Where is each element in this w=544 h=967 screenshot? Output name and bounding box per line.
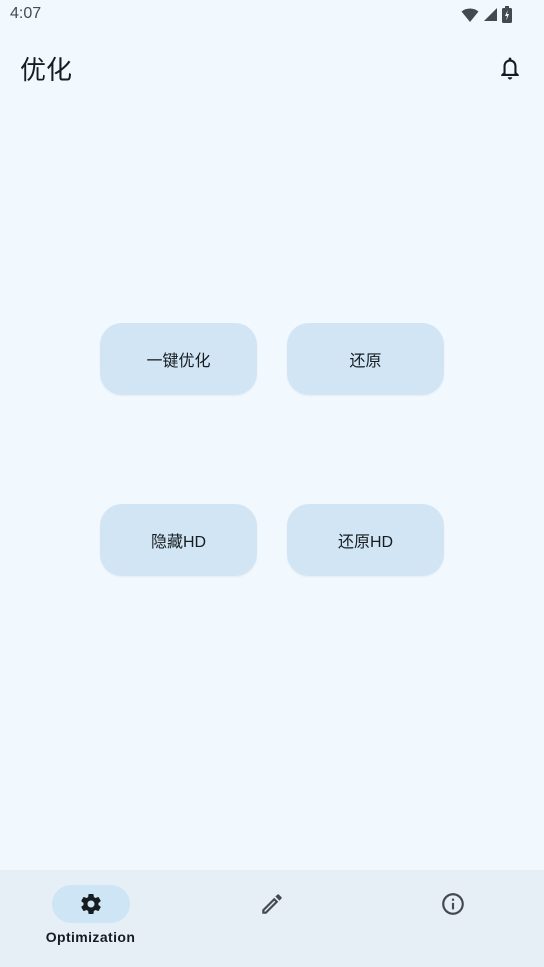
app-screen: 4:07 优化 一键优化 还原 隐藏HD 还原HD Optimization <box>0 0 544 967</box>
cell-signal-icon <box>484 8 497 21</box>
wifi-icon <box>461 8 479 22</box>
status-bar: 4:07 <box>0 0 544 30</box>
hide-hd-button[interactable]: 隐藏HD <box>100 504 257 576</box>
pencil-icon <box>261 894 282 914</box>
restore-button[interactable]: 还原 <box>287 323 444 395</box>
nav-label-optimization: Optimization <box>45 929 136 945</box>
bell-icon <box>501 57 519 80</box>
one-click-optimize-button[interactable]: 一键优化 <box>100 323 257 395</box>
nav-active-indicator <box>51 885 130 923</box>
page-title: 优化 <box>20 56 73 86</box>
nav-item-info[interactable] <box>362 870 543 967</box>
status-icons <box>461 6 512 23</box>
notifications-button[interactable] <box>494 52 526 84</box>
bottom-navigation: Optimization <box>0 870 544 967</box>
nav-item-optimization[interactable]: Optimization <box>0 870 181 967</box>
info-icon <box>441 893 464 915</box>
top-app-bar: 优化 <box>0 40 544 96</box>
battery-icon <box>502 6 512 23</box>
restore-hd-button[interactable]: 还原HD <box>287 504 444 576</box>
nav-icon-container <box>414 885 492 923</box>
nav-item-edit[interactable] <box>181 870 362 967</box>
nav-icon-container <box>233 885 311 923</box>
status-time: 4:07 <box>10 5 42 22</box>
gear-icon <box>80 894 101 914</box>
